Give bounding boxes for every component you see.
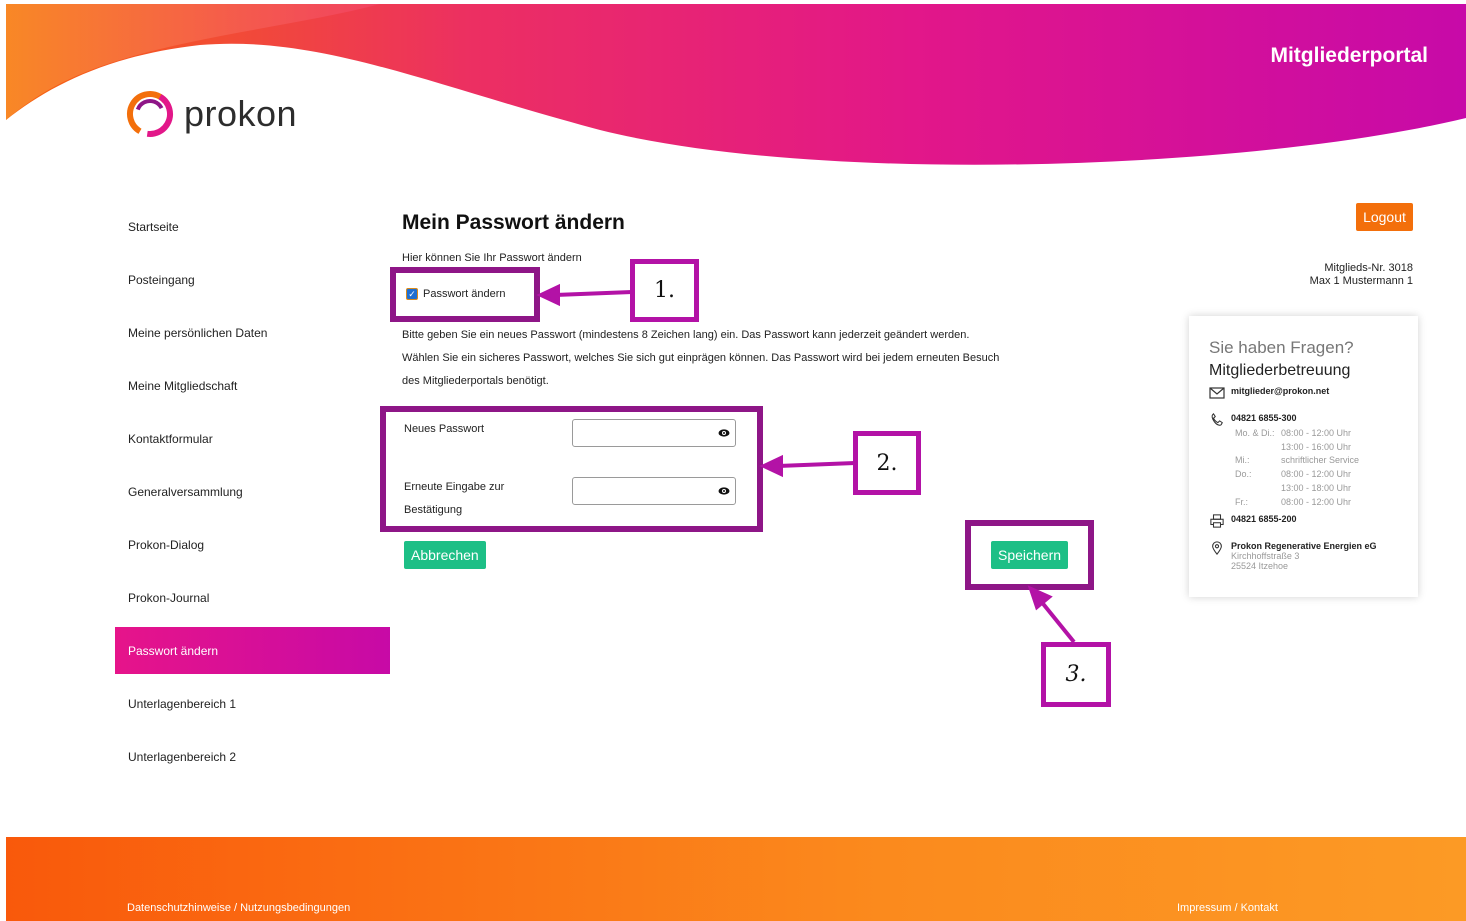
- description-line: Bitte geben Sie ein neues Passwort (mind…: [402, 329, 970, 341]
- annotation-box-save: [965, 520, 1094, 590]
- logout-button[interactable]: Logout: [1356, 203, 1413, 231]
- annotation-box-checkbox: [390, 267, 540, 322]
- sidebar-item-prokon-dialog[interactable]: Prokon-Dialog: [115, 518, 390, 571]
- sidebar-nav: Startseite Posteingang Meine persönliche…: [115, 200, 390, 783]
- sidebar-item-generalversammlung[interactable]: Generalversammlung: [115, 465, 390, 518]
- contact-card: Sie haben Fragen? Mitgliederbetreuung mi…: [1189, 316, 1418, 597]
- arrow-2-line: [777, 461, 856, 468]
- logo-text: prokon: [184, 93, 298, 134]
- annotation-label-3: 3.: [1041, 642, 1111, 707]
- contact-heading: Mitgliederbetreuung: [1209, 362, 1351, 379]
- page-title: Mein Passwort ändern: [402, 211, 625, 234]
- envelope-icon: [1209, 387, 1225, 399]
- page: Mitgliederportal prokon Startseite Poste…: [0, 0, 1466, 921]
- prokon-logo-icon: [127, 91, 173, 137]
- description-line: des Mitgliederportals benötigt.: [402, 375, 549, 387]
- annotation-label-2: 2.: [853, 431, 921, 495]
- hours-time: 08:00 - 12:00 Uhr: [1281, 496, 1352, 507]
- printer-icon: [1210, 514, 1224, 528]
- hours-day: Fr.:: [1235, 496, 1248, 507]
- sidebar-item-startseite[interactable]: Startseite: [115, 200, 390, 253]
- intro-text: Hier können Sie Ihr Passwort ändern: [402, 252, 582, 264]
- sidebar-item-posteingang[interactable]: Posteingang: [115, 253, 390, 306]
- hours-time: 08:00 - 12:00 Uhr: [1281, 428, 1352, 438]
- member-info: Mitglieds-Nr. 3018 Max 1 Mustermann 1: [1310, 262, 1413, 288]
- phone-icon: [1211, 413, 1223, 426]
- footer: Datenschutzhinweise / Nutzungsbedingunge…: [6, 837, 1466, 921]
- annotation-box-password-fields: [380, 406, 763, 532]
- sidebar-item-prokon-journal[interactable]: Prokon-Journal: [115, 571, 390, 624]
- sidebar-item-mitgliedschaft[interactable]: Meine Mitgliedschaft: [115, 359, 390, 412]
- hours-day: Do.:: [1235, 469, 1252, 480]
- hours-time: 13:00 - 16:00 Uhr: [1281, 441, 1352, 452]
- password-description: Bitte geben Sie ein neues Passwort (mind…: [402, 324, 1092, 393]
- sidebar-item-passwort-aendern[interactable]: Passwort ändern: [115, 627, 390, 674]
- arrow-3-line: [1038, 598, 1076, 644]
- annotation-label-1: 1.: [630, 259, 699, 322]
- arrow-1-head: [536, 283, 560, 307]
- contact-phone[interactable]: 04821 6855-300: [1231, 413, 1297, 423]
- hours-day: Mo. & Di.:: [1235, 428, 1275, 438]
- contact-street: Kirchhoffstraße 3: [1231, 551, 1300, 561]
- hours-time: 13:00 - 18:00 Uhr: [1281, 482, 1352, 493]
- hours-time: 08:00 - 12:00 Uhr: [1281, 469, 1352, 480]
- hours-time: schriftlicher Service: [1281, 455, 1360, 466]
- hours-day: Mi.:: [1235, 455, 1250, 466]
- contact-address-row: Prokon Regenerative Energien eG Kirchhof…: [1209, 541, 1377, 571]
- cancel-button[interactable]: Abbrechen: [404, 541, 486, 569]
- member-name: Max 1 Mustermann 1: [1309, 275, 1413, 287]
- contact-email[interactable]: mitglieder@prokon.net: [1231, 386, 1329, 396]
- sidebar-item-kontaktformular[interactable]: Kontaktformular: [115, 412, 390, 465]
- prokon-logo[interactable]: prokon: [124, 88, 297, 140]
- sidebar-item-unterlagenbereich-2[interactable]: Unterlagenbereich 2: [115, 730, 390, 783]
- arrow-1-line: [554, 290, 633, 297]
- contact-email-row[interactable]: mitglieder@prokon.net: [1209, 386, 1329, 400]
- contact-company: Prokon Regenerative Energien eG: [1231, 541, 1377, 551]
- member-number: Mitglieds-Nr. 3018: [1324, 262, 1413, 274]
- sidebar-item-unterlagenbereich-1[interactable]: Unterlagenbereich 1: [115, 677, 390, 730]
- portal-title: Mitgliederportal: [1270, 44, 1428, 67]
- description-line: Wählen Sie ein sicheres Passwort, welche…: [402, 352, 1000, 364]
- arrow-3-head: [1027, 585, 1053, 611]
- opening-hours: Mo. & Di.: 08:00 - 12:00 Uhr 13:00 - 16:0…: [1235, 427, 1359, 509]
- contact-phone-row[interactable]: 04821 6855-300: [1209, 413, 1297, 427]
- arrow-2-head: [759, 454, 783, 478]
- contact-fax-row: 04821 6855-200: [1209, 514, 1297, 528]
- sidebar-item-persoenliche-daten[interactable]: Meine persönlichen Daten: [115, 306, 390, 359]
- imprint-contact-link[interactable]: Impressum / Kontakt: [1177, 902, 1278, 914]
- contact-city: 25524 Itzehoe: [1231, 561, 1289, 571]
- privacy-terms-link[interactable]: Datenschutzhinweise / Nutzungsbedingunge…: [127, 902, 350, 914]
- location-pin-icon: [1212, 541, 1222, 555]
- contact-question: Sie haben Fragen?: [1209, 338, 1354, 357]
- contact-fax: 04821 6855-200: [1231, 514, 1297, 524]
